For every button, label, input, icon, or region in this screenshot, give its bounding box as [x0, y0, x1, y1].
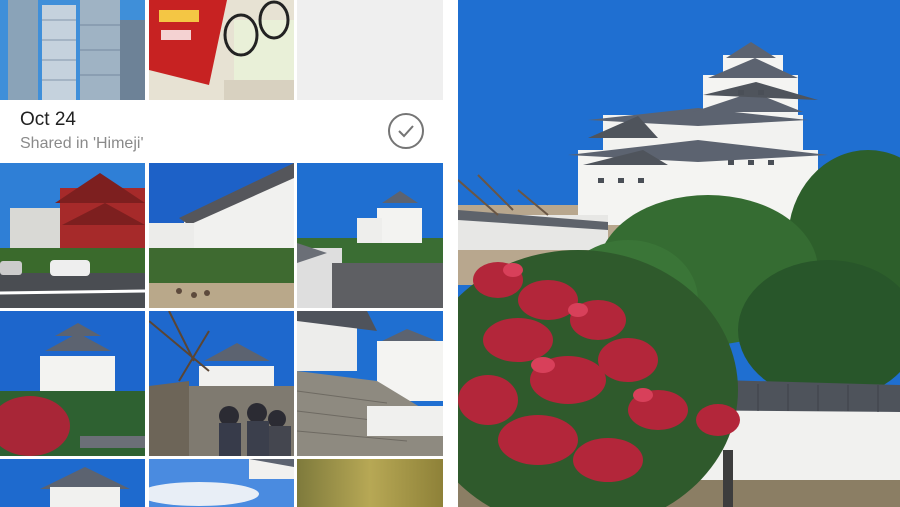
- section-shared-album: Shared in 'Himeji': [20, 135, 144, 152]
- photo-thumbnail-city-street[interactable]: [0, 163, 145, 308]
- photo-thumbnail-skyscraper[interactable]: [0, 0, 145, 100]
- pane-divider: [443, 0, 458, 507]
- photo-gallery: Oct 24 Shared in 'Himeji': [0, 0, 443, 507]
- photo-thumbnail-pocky[interactable]: [149, 0, 294, 100]
- photo-thumbnail-castle-tourists[interactable]: [149, 311, 294, 456]
- check-circle-icon[interactable]: [388, 113, 424, 149]
- photo-thumbnail-castle-tower[interactable]: [0, 459, 145, 507]
- section-date: Oct 24: [20, 109, 76, 130]
- photo-thumbnail-castle-red-leaves[interactable]: [0, 311, 145, 456]
- photo-thumbnail-castle-wall[interactable]: [297, 311, 443, 456]
- photo-preview-himeji-castle[interactable]: [458, 0, 900, 507]
- photo-thumbnail-castle-building[interactable]: [149, 163, 294, 308]
- photo-thumbnail-blurry[interactable]: [297, 459, 443, 507]
- photo-thumbnail-empty: [297, 0, 443, 100]
- photo-thumbnail-castle-distant[interactable]: [297, 163, 443, 308]
- photo-thumbnail-sky[interactable]: [149, 459, 294, 507]
- date-section-header: Oct 24 Shared in 'Himeji': [0, 100, 443, 162]
